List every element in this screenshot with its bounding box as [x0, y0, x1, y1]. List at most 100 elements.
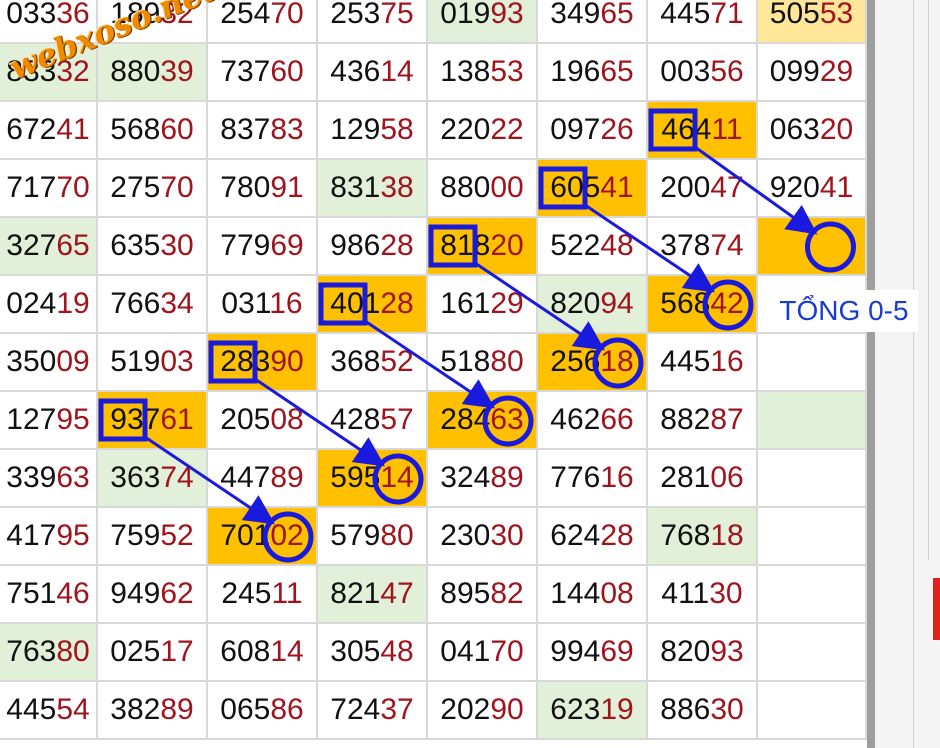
result-cell: 28106: [648, 450, 758, 508]
cell-head-digits: 144: [550, 577, 601, 610]
result-cell: 44554: [0, 682, 98, 740]
result-cell: 41795: [0, 508, 98, 566]
result-cell: 88287: [648, 392, 758, 450]
cell-tail-digits: 26: [600, 113, 634, 146]
result-cell: 19665: [538, 44, 648, 102]
cell-head-digits: 880: [440, 171, 491, 204]
result-cell: 83783: [208, 102, 318, 160]
cell-head-digits: 202: [440, 693, 491, 726]
cell-tail-digits: 29: [819, 55, 854, 88]
result-cell: 40128: [318, 276, 428, 334]
result-cell: [758, 682, 867, 740]
result-cell: 76380: [0, 624, 98, 682]
result-cell: 73760: [208, 44, 318, 102]
cell-head-digits: 780: [220, 171, 271, 204]
result-cell: 57980: [318, 508, 428, 566]
result-cell: 82147: [318, 566, 428, 624]
cell-head-digits: 019: [440, 0, 491, 30]
result-cell: [758, 566, 867, 624]
cell-head-digits: 363: [110, 461, 161, 494]
result-cell: 51880: [428, 334, 538, 392]
result-cell: 25375: [318, 0, 428, 44]
cell-tail-digits: 47: [380, 577, 414, 610]
result-cell: 44789: [208, 450, 318, 508]
result-cell: 02419: [0, 276, 98, 334]
cell-head-digits: 138: [440, 55, 491, 88]
cell-tail-digits: 16: [600, 461, 634, 494]
result-cell: 25618: [538, 334, 648, 392]
cell-head-digits: 327: [6, 229, 57, 262]
result-cell: 71770: [0, 160, 98, 218]
cell-head-digits: 401: [330, 287, 381, 320]
cell-tail-digits: 30: [710, 693, 744, 726]
cell-head-digits: 411: [661, 577, 710, 610]
cell-head-digits: 820: [550, 287, 601, 320]
cell-head-digits: 284: [440, 403, 491, 436]
cell-tail-digits: 02: [270, 519, 304, 552]
cell-tail-digits: 86: [270, 693, 304, 726]
result-cell: 81820: [428, 218, 538, 276]
cell-tail-digits: 61: [160, 403, 194, 436]
result-cell: 62428: [538, 508, 648, 566]
result-cell: 16129: [428, 276, 538, 334]
result-cell: 63530: [98, 218, 208, 276]
cell-tail-digits: 57: [380, 403, 414, 436]
result-cell: 12958: [318, 102, 428, 160]
cell-tail-digits: 14: [380, 461, 414, 494]
result-cell: 75146: [0, 566, 98, 624]
cell-head-digits: 447: [220, 461, 271, 494]
cell-tail-digits: 14: [270, 635, 304, 668]
result-cell: 92041: [758, 160, 867, 218]
vertical-scrollbar[interactable]: [867, 0, 875, 748]
cell-head-digits: 505: [769, 0, 820, 30]
result-cell: 59514: [318, 450, 428, 508]
result-cell: 67241: [0, 102, 98, 160]
result-cell: 77616: [538, 450, 648, 508]
cell-tail-digits: 65: [600, 55, 634, 88]
cell-tail-digits: 91: [270, 171, 304, 204]
result-cell: 01993: [428, 0, 538, 44]
result-cell: 89582: [428, 566, 538, 624]
result-cell: 62319: [538, 682, 648, 740]
result-cell: 99469: [538, 624, 648, 682]
result-cell: 25470: [208, 0, 318, 44]
cell-tail-digits: 48: [380, 635, 414, 668]
cell-head-digits: 281: [660, 461, 711, 494]
result-cell: 46411: [648, 102, 758, 160]
cell-tail-digits: 80: [380, 519, 414, 552]
cell-head-digits: 724: [330, 693, 381, 726]
cell-tail-digits: 34: [160, 287, 194, 320]
cell-head-digits: 768: [660, 519, 711, 552]
cell-tail-digits: 82: [490, 577, 524, 610]
cell-tail-digits: 53: [490, 55, 524, 88]
result-cell: 28463: [428, 392, 538, 450]
result-cell: 88039: [98, 44, 208, 102]
cell-tail-digits: 93: [490, 0, 524, 30]
result-cell: 32765: [0, 218, 98, 276]
cell-head-digits: 161: [440, 287, 491, 320]
result-cell: 12795: [0, 392, 98, 450]
result-cell: 32489: [428, 450, 538, 508]
result-cell: 36852: [318, 334, 428, 392]
cell-tail-digits: 90: [270, 345, 304, 378]
cell-head-digits: 920: [769, 171, 820, 204]
cell-head-digits: 624: [550, 519, 601, 552]
cell-tail-digits: 53: [819, 0, 854, 30]
result-cell: 36374: [98, 450, 208, 508]
cell-tail-digits: 42: [710, 287, 744, 320]
cell-tail-digits: 69: [270, 229, 304, 262]
cell-tail-digits: 58: [380, 113, 414, 146]
cell-head-digits: 436: [330, 55, 381, 88]
cell-head-digits: 518: [440, 345, 491, 378]
result-cell: 44516: [648, 334, 758, 392]
result-cell: [758, 392, 867, 450]
cell-head-digits: 701: [220, 519, 271, 552]
cell-tail-digits: 70: [270, 0, 304, 30]
right-side-panel: [867, 0, 940, 748]
cell-head-digits: 097: [550, 113, 601, 146]
cell-head-digits: 766: [110, 287, 161, 320]
result-cell: 82094: [538, 276, 648, 334]
cell-head-digits: 196: [550, 55, 601, 88]
cell-head-digits: 041: [440, 635, 491, 668]
cell-tail-digits: 90: [490, 693, 524, 726]
